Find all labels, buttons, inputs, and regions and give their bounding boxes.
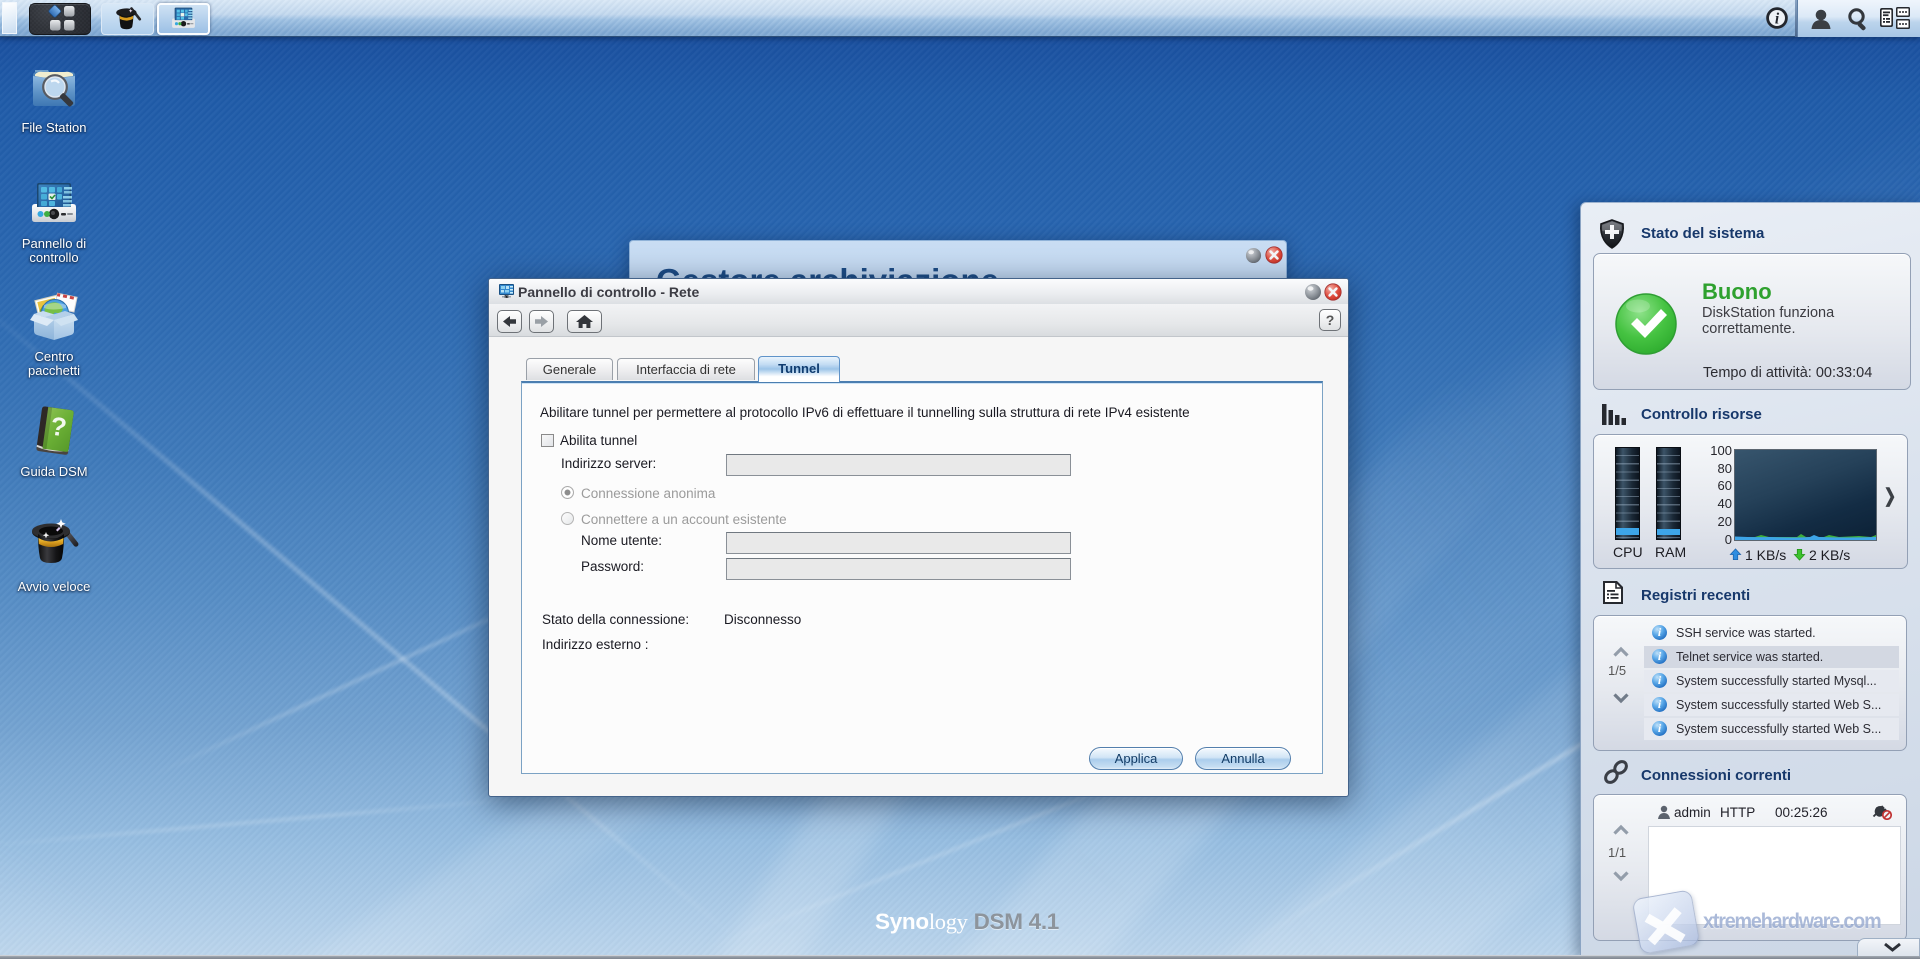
- svg-text:i: i: [1775, 11, 1780, 28]
